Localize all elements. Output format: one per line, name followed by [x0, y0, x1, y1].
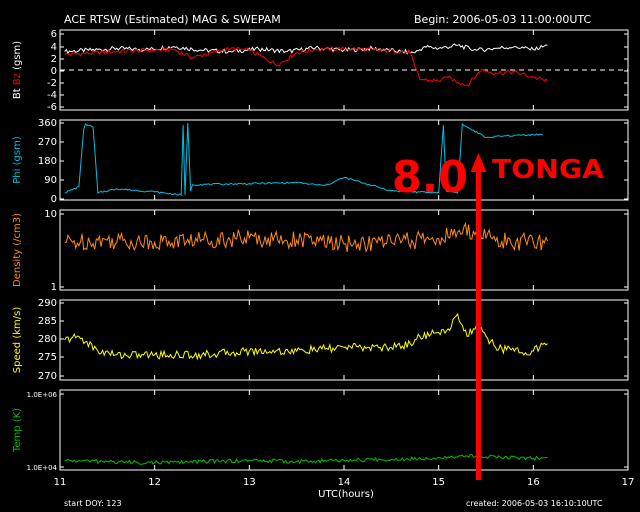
ace-chart: 6420-2-4-6Bt Bz (gsm)360270180900Phi (gs… — [12, 29, 635, 500]
y-axis-label-density: Density (/cm3) — [12, 213, 23, 287]
y-tick-label: 180 — [38, 156, 57, 167]
y-tick-label: -2 — [47, 78, 57, 89]
y-tick-label: 1 — [51, 282, 57, 293]
y-axis-label-part: Density — [12, 249, 23, 287]
panel-frame-density — [59, 209, 629, 291]
annotation-place: TONGA — [492, 155, 604, 185]
x-tick-label: 14 — [338, 477, 351, 488]
y-tick-label: 285 — [38, 316, 57, 327]
x-tick-label: 17 — [622, 477, 635, 488]
y-tick-label: 280 — [38, 334, 57, 345]
y-axis-label-part: Bz — [12, 73, 23, 88]
y-tick-label: 360 — [38, 118, 57, 129]
y-axis-label-part: Phi — [12, 169, 23, 184]
y-axis-label-part: (K) — [12, 408, 23, 426]
y-tick-label: -6 — [47, 102, 57, 113]
annotation-arrow-head — [470, 153, 487, 172]
x-tick-label: 16 — [527, 477, 540, 488]
series-line-temp — [64, 453, 548, 465]
x-tick-label: 11 — [54, 477, 67, 488]
y-tick-label: 90 — [44, 175, 57, 186]
y-tick-label: 290 — [38, 298, 57, 309]
x-tick-label: 15 — [432, 477, 445, 488]
y-tick-label: 4 — [51, 42, 57, 53]
y-axis-label-part: (/cm3) — [12, 213, 23, 249]
series-line-density — [64, 221, 548, 254]
y-tick-label: -4 — [47, 90, 57, 101]
y-tick-label: 275 — [38, 352, 57, 363]
x-tick-label: 13 — [243, 477, 256, 488]
y-tick-label: 6 — [51, 29, 57, 40]
series-line-bz — [64, 46, 548, 87]
y-axis-label-temp: Temp (K) — [12, 408, 23, 453]
annotation-magnitude: 8.0 — [392, 152, 468, 203]
y-axis-label-part: Bt — [12, 88, 23, 99]
y-axis-label-phi: Phi (gsm) — [12, 136, 23, 184]
x-axis-label: UTC(hours) — [318, 489, 374, 500]
y-axis-label-part: (km/s) — [12, 307, 23, 342]
y-tick-label: 0 — [51, 66, 57, 77]
y-tick-label: 270 — [38, 371, 57, 382]
x-tick-label: 12 — [148, 477, 161, 488]
y-axis-label-part: Speed — [12, 342, 23, 373]
y-axis-label-part: (gsm) — [12, 136, 23, 168]
y-tick-label: 2 — [51, 54, 57, 65]
y-tick-label: 1.0E+06 — [27, 391, 58, 399]
y-tick-label: 0 — [51, 194, 57, 205]
y-axis-label-speed: Speed (km/s) — [12, 307, 23, 374]
series-line-phi — [64, 122, 543, 196]
y-axis-label-mag: Bt Bz (gsm) — [12, 41, 23, 99]
panel-frame-speed — [59, 299, 629, 381]
y-tick-label: 10 — [44, 209, 57, 220]
y-axis-label-part: (gsm) — [12, 41, 23, 73]
series-line-speed — [64, 312, 548, 361]
y-tick-label: 1.0E+04 — [27, 464, 58, 472]
y-tick-label: 270 — [38, 137, 57, 148]
y-axis-label-part: Temp — [12, 425, 23, 453]
